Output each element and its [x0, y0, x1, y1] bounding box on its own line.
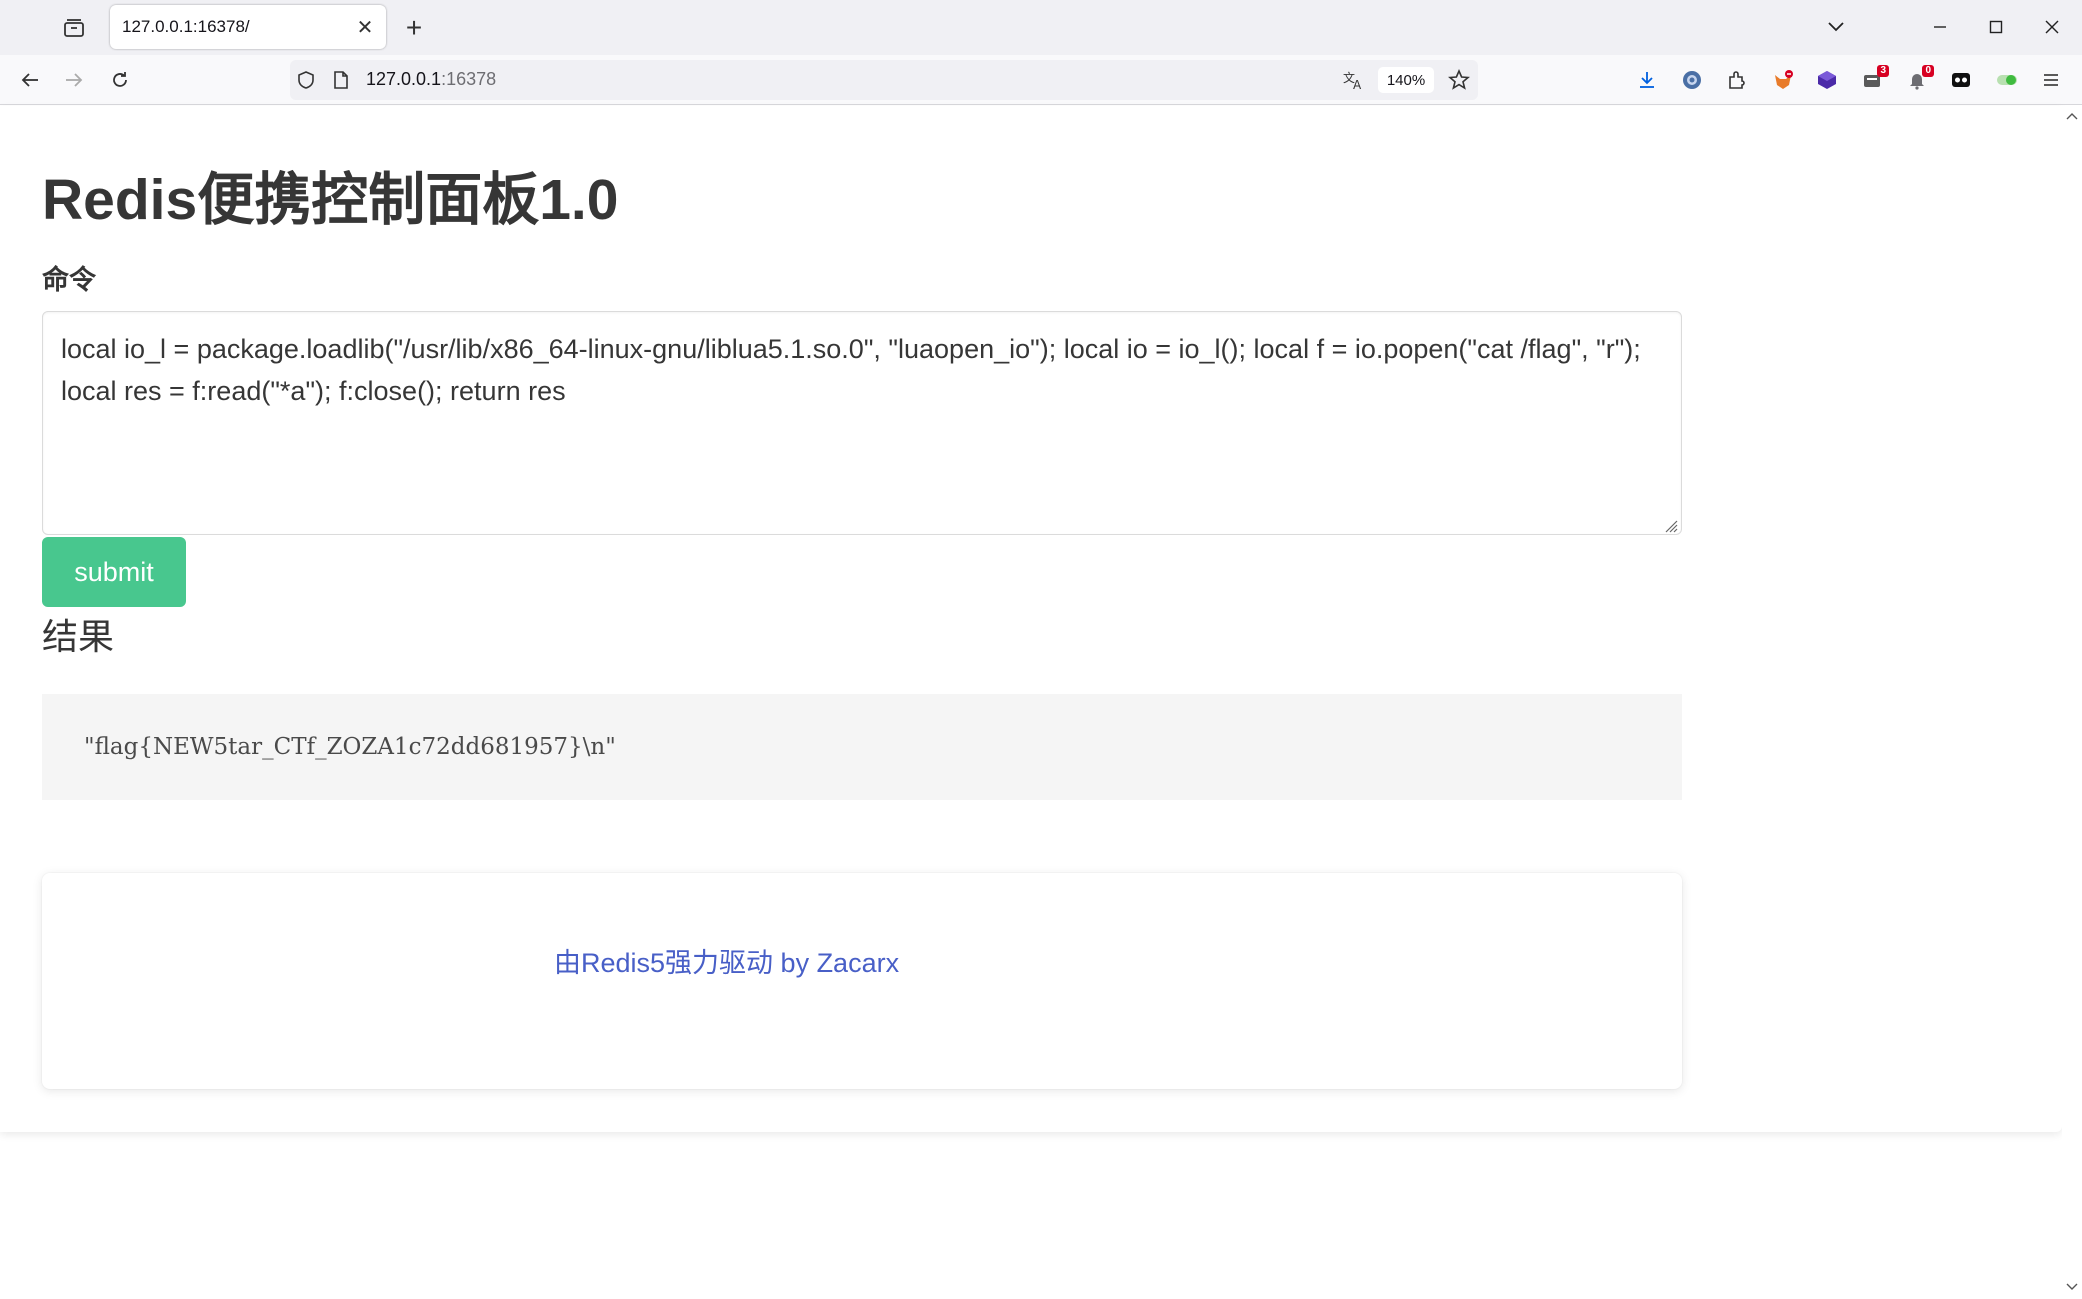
- tab-title: 127.0.0.1:16378/: [122, 17, 250, 36]
- extension-badge-count: 0: [1922, 65, 1934, 77]
- bell-extension-icon[interactable]: 0: [1902, 65, 1934, 95]
- page-viewport: Redis便携控制面板1.0 命令 local io_l = package.l…: [0, 106, 2062, 1299]
- url-port: :16378: [441, 69, 497, 89]
- page-info-icon[interactable]: [332, 70, 350, 95]
- footer-card: 由Redis5强力驱动 by Zacarx: [42, 873, 1682, 1089]
- cube-extension-icon[interactable]: [1812, 65, 1842, 95]
- footer-link[interactable]: 由Redis5强力驱动 by Zacarx: [554, 941, 899, 980]
- submit-button[interactable]: submit: [42, 537, 186, 607]
- resize-grip-icon[interactable]: [1664, 519, 1678, 533]
- extensions-puzzle-icon[interactable]: [1722, 65, 1752, 95]
- tab-overflow-chevron-icon[interactable]: [1816, 8, 1856, 46]
- scroll-down-icon[interactable]: [2066, 1281, 2078, 1293]
- downloads-icon[interactable]: [1632, 65, 1662, 95]
- globe-extension-icon[interactable]: [1677, 65, 1707, 95]
- mask-extension-icon[interactable]: [1946, 65, 1976, 95]
- url-text[interactable]: 127.0.0.1:16378: [366, 69, 496, 90]
- forward-arrow-icon[interactable]: [56, 63, 92, 97]
- shield-icon[interactable]: [296, 70, 316, 95]
- bookmark-star-icon[interactable]: [1448, 68, 1470, 96]
- new-tab-button[interactable]: +: [398, 12, 430, 44]
- hamburger-menu-icon[interactable]: [2036, 65, 2066, 95]
- notification-extension-icon[interactable]: 3: [1857, 65, 1889, 95]
- maximize-icon[interactable]: [1976, 8, 2016, 46]
- back-arrow-icon[interactable]: [12, 63, 48, 97]
- url-host: 127.0.0.1: [366, 69, 442, 89]
- result-output: "flag{NEW5tar_CTf_ZOZA1c72dd681957}\n": [42, 694, 1682, 800]
- vertical-scrollbar[interactable]: [2062, 106, 2082, 1299]
- scroll-up-icon[interactable]: [2066, 110, 2078, 122]
- close-window-icon[interactable]: [2032, 8, 2072, 46]
- command-textarea[interactable]: local io_l = package.loadlib("/usr/lib/x…: [42, 311, 1682, 535]
- fox-extension-icon[interactable]: [1768, 65, 1798, 95]
- zoom-level[interactable]: 140%: [1378, 67, 1434, 93]
- command-label: 命令: [42, 265, 96, 295]
- svg-text:A: A: [1353, 78, 1362, 91]
- result-text: "flag{NEW5tar_CTf_ZOZA1c72dd681957}\n": [84, 734, 616, 760]
- tab-close-icon[interactable]: ✕: [352, 14, 378, 40]
- extension-badge-count: 3: [1877, 65, 1889, 77]
- page-container: Redis便携控制面板1.0 命令 local io_l = package.l…: [0, 106, 2062, 1132]
- page-title: Redis便携控制面板1.0: [42, 168, 619, 232]
- translate-icon[interactable]: 文A: [1342, 69, 1366, 96]
- tab-strip: 127.0.0.1:16378/ ✕ +: [0, 0, 2082, 55]
- browser-tab[interactable]: 127.0.0.1:16378/ ✕: [110, 5, 386, 49]
- url-bar[interactable]: 127.0.0.1:16378 文A 140%: [290, 60, 1478, 100]
- toggle-extension-icon[interactable]: [1992, 65, 2022, 95]
- tab-list-icon[interactable]: [56, 12, 92, 44]
- navigation-toolbar: 127.0.0.1:16378 文A 140% 3 0: [0, 55, 2082, 105]
- minimize-icon[interactable]: [1920, 8, 1960, 46]
- result-label: 结果: [42, 616, 115, 657]
- reload-icon[interactable]: [102, 63, 138, 97]
